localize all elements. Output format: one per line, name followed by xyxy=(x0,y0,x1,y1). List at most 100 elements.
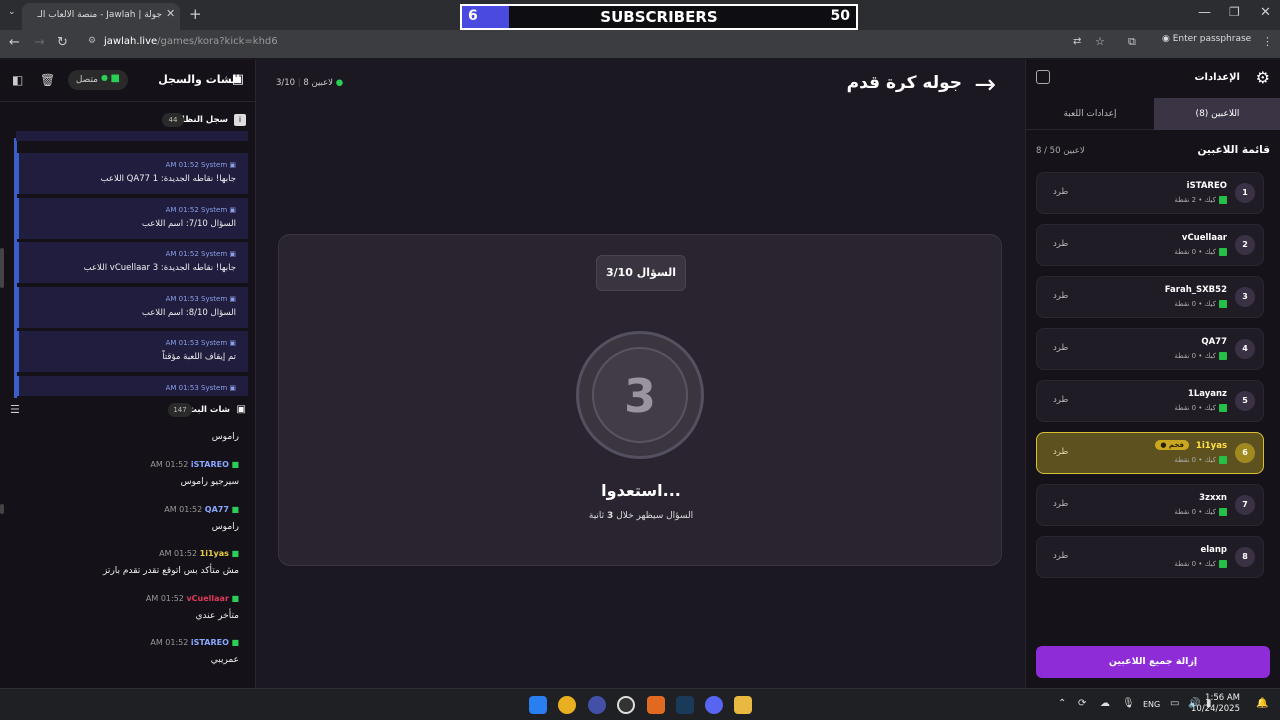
kick-player-button[interactable]: طرد xyxy=(1053,499,1068,509)
chat-message-text: راموس xyxy=(211,522,239,532)
player-row: 2 vCuellaar كيك • 0 نقطة طرد xyxy=(1036,224,1264,266)
site-info-icon[interactable]: ⚙ xyxy=(88,36,96,46)
log-scrollbar[interactable] xyxy=(0,248,4,288)
panel-collapse-icon[interactable]: ◧ xyxy=(12,73,23,87)
app-icon[interactable] xyxy=(588,696,606,714)
player-number: 8 xyxy=(1235,547,1255,567)
tray-cloud-icon[interactable]: ☁ xyxy=(1100,698,1110,709)
player-badge: ● فخم xyxy=(1155,440,1189,450)
kick-player-button[interactable]: طرد xyxy=(1053,343,1068,353)
extensions-icon[interactable]: ⧉ xyxy=(1128,35,1136,49)
panel-collapse-icon[interactable] xyxy=(1036,70,1050,84)
url-path: /games/kora?kick=khd6 xyxy=(157,36,278,47)
language-indicator[interactable]: ENG xyxy=(1143,700,1160,709)
system-log-header[interactable]: i سجل النظام 44 xyxy=(0,111,256,131)
new-tab-icon[interactable]: + xyxy=(189,5,202,23)
stream-chat-count: 147 xyxy=(168,403,192,417)
stream-chat-title: شات البث xyxy=(188,405,230,415)
kick-player-button[interactable]: طرد xyxy=(1053,239,1068,249)
kick-player-button[interactable]: طرد xyxy=(1053,187,1068,197)
system-log-entry: AM 01:53 System ▣ تم إيقاف اللعبة مؤقتاً xyxy=(16,331,248,372)
notification-bell-icon[interactable]: 🔔 xyxy=(1256,698,1268,709)
url-bar[interactable]: ⚙ jawlah.live/games/kora?kick=khd6 xyxy=(84,33,1124,53)
system-log-entry: AM 01:52 System ▣ اللاعب vCuellaar جابها… xyxy=(16,242,248,283)
clock[interactable]: 1:56 AM 10/24/2025 xyxy=(1191,693,1240,715)
chat-message-text: عمريبي xyxy=(210,655,239,665)
windows-start-icon[interactable] xyxy=(529,696,547,714)
entry-text: اللاعب QA77 جابها! نقاطه الجديدة: 1 xyxy=(100,174,236,184)
gear-icon: ⚙ xyxy=(1255,68,1270,87)
game-title: جوله كرة قدم xyxy=(846,73,962,93)
filter-icon[interactable]: ☰ xyxy=(10,403,20,416)
player-points: كيك • 0 نقطة xyxy=(1174,300,1227,308)
online-dot-icon: ● xyxy=(101,73,108,82)
player-name: 3zxxn xyxy=(1199,493,1227,503)
reload-icon[interactable]: ↻ xyxy=(57,35,68,50)
tray-sync-icon[interactable]: ⟳ xyxy=(1078,698,1086,709)
window-close-icon[interactable]: ✕ xyxy=(1260,5,1271,20)
entry-meta: AM 01:53 System ▣ xyxy=(165,384,236,392)
maximize-icon[interactable]: ❐ xyxy=(1229,5,1240,19)
browser-menu-icon[interactable]: ⋮ xyxy=(1262,35,1273,48)
entry-meta: AM 01:53 System ▣ xyxy=(165,339,236,347)
chat-message-text: متأخر عندي xyxy=(195,611,239,621)
player-row: 7 3zxxn كيك • 0 نقطة طرد xyxy=(1036,484,1264,526)
file-explorer-icon[interactable] xyxy=(734,696,752,714)
countdown-number: 3 xyxy=(592,347,688,443)
player-points: كيك • 0 نقطة xyxy=(1174,508,1227,516)
stream-chat-header[interactable]: ▣ شات البث 147 ☰ xyxy=(0,400,256,422)
player-name: elanp xyxy=(1200,545,1227,555)
translate-icon[interactable]: ⇄ xyxy=(1073,36,1081,47)
back-arrow-icon[interactable]: → xyxy=(974,70,996,100)
steam-icon[interactable] xyxy=(676,696,694,714)
trash-icon[interactable]: 🗑 xyxy=(40,73,55,87)
entry-text: تم إيقاف اللعبة مؤقتاً xyxy=(162,352,236,362)
kick-player-button[interactable]: طرد xyxy=(1053,395,1068,405)
close-tab-icon[interactable]: ✕ xyxy=(166,7,175,20)
player-row: 3 Farah_SXB52 كيك • 0 نقطة طرد xyxy=(1036,276,1264,318)
discord-icon[interactable] xyxy=(705,696,723,714)
bookmark-star-icon[interactable]: ☆ xyxy=(1095,35,1105,48)
tray-display-icon[interactable]: ▭ xyxy=(1170,698,1179,709)
tab-game-settings[interactable]: إعدادات اللعبة xyxy=(1026,98,1154,130)
countdown-card: السؤال 3/10 3 استعدوا... السؤال سيظهر خل… xyxy=(278,234,1002,566)
player-name: 1i1yas xyxy=(1195,441,1227,451)
chat-panel-header: ▣ الشات والسجل ■ ● متصل 🗑 ◧ xyxy=(0,60,256,102)
settings-title: الإعدادات xyxy=(1194,72,1240,83)
get-ready-subtitle: السؤال سيظهر خلال 3 ثانية xyxy=(588,511,694,521)
system-log-entry: AM 01:53 System ▣ السؤال 8/10: اسم اللاع… xyxy=(16,287,248,328)
player-points: كيك • 0 نقطة xyxy=(1174,248,1227,256)
player-points: كيك • 0 نقطة xyxy=(1174,404,1227,412)
tab-search-icon[interactable]: ⌄ xyxy=(8,7,16,17)
player-points: كيك • 0 نقطة xyxy=(1174,560,1227,568)
player-points: كيك • 0 نقطة xyxy=(1174,352,1227,360)
kick-player-button[interactable]: طرد xyxy=(1053,551,1068,561)
chat-message-meta: AM 01:52 QA77 ■ xyxy=(164,505,239,514)
chat-message-meta: AM 01:52 iSTAREO ■ xyxy=(150,638,239,647)
app-icon[interactable] xyxy=(647,696,665,714)
system-entry-partial xyxy=(16,131,248,141)
clock-date: 10/24/2025 xyxy=(1191,704,1240,714)
player-row: 1 iSTAREO كيك • 2 نقطة طرد xyxy=(1036,172,1264,214)
forward-icon[interactable]: → xyxy=(34,35,45,50)
chat-scrollbar[interactable] xyxy=(0,504,4,514)
connection-status-badge: ■ ● متصل xyxy=(68,70,128,90)
subscribers-goal: 50 xyxy=(830,8,850,24)
minimize-icon[interactable]: — xyxy=(1198,5,1211,20)
chrome-icon[interactable] xyxy=(558,696,576,714)
player-name: Farah_SXB52 xyxy=(1164,285,1227,295)
player-list-count: 8 / 50 لاعبين xyxy=(1036,146,1085,156)
player-name: QA77 xyxy=(1201,337,1227,347)
tray-chevron-icon[interactable]: ⌃ xyxy=(1058,698,1066,709)
tab-players[interactable]: اللاعبين (8) xyxy=(1154,98,1280,130)
obs-icon[interactable] xyxy=(617,696,635,714)
chat-panel-title: الشات والسجل xyxy=(158,73,240,86)
kick-player-button[interactable]: طرد xyxy=(1053,291,1068,301)
kick-player-button[interactable]: طرد xyxy=(1053,447,1068,457)
tray-mic-icon[interactable]: 🎙 xyxy=(1122,698,1135,709)
back-icon[interactable]: ← xyxy=(9,35,20,50)
chat-message-meta: AM 01:52 iSTAREO ■ xyxy=(150,460,239,469)
passphrase-button[interactable]: ◉ Enter passphrase xyxy=(1162,34,1251,44)
remove-all-players-button[interactable]: إزالة جميع اللاعبين xyxy=(1036,646,1270,678)
player-row: 5 1Layanz كيك • 0 نقطة طرد xyxy=(1036,380,1264,422)
